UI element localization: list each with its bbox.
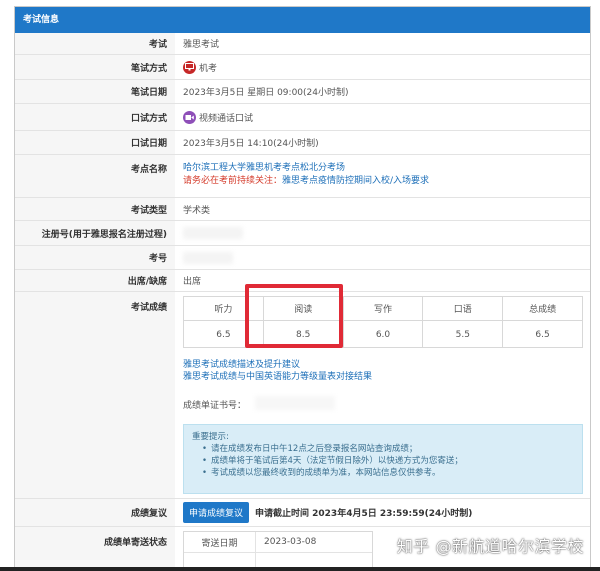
row-label: 考试	[15, 33, 175, 54]
row-label: 成绩复议	[15, 499, 175, 526]
row-label: 口试日期	[15, 131, 175, 154]
score-header-speaking: 口语	[423, 297, 504, 320]
venue-requirements-link[interactable]: 雅思考点疫情防控期间入校/入场要求	[282, 176, 429, 186]
row-venue: 考点名称 哈尔滨工程大学雅思机考考点松北分考场 请务必在考前持续关注：雅思考点疫…	[15, 155, 590, 198]
score-reading: 8.5	[264, 321, 344, 348]
row-written-date: 笔试日期 2023年3月5日 星期日 09:00(24小时制)	[15, 80, 590, 104]
row-label: 笔试日期	[15, 80, 175, 103]
review-deadline: 申请截止时间 2023年4月5日 23:59:59(24小时制)	[255, 509, 473, 519]
panel-title: 考试信息	[15, 7, 590, 33]
row-written-mode: 笔试方式 机考	[15, 55, 590, 80]
row-oral-mode: 口试方式 视频通话口试	[15, 104, 590, 131]
venue-name-link[interactable]: 哈尔滨工程大学雅思机考考点松北分考场	[183, 162, 590, 175]
notice-item: 成绩单将于笔试后第4天（法定节假日除外）以快递方式为您寄送；	[202, 455, 574, 467]
notice-title: 重要提示:	[192, 432, 229, 442]
row-label: 成绩单寄送状态	[15, 527, 175, 571]
row-attendance: 出席/缺席 出席	[15, 270, 590, 292]
score-description-link[interactable]: 雅思考试成绩描述及提升建议	[183, 359, 372, 371]
row-scores: 考试成绩 听力 阅读 写作 口语 总成绩 6.5 8.5 6.0 5.5 6.5…	[15, 292, 590, 499]
row-candidate-no: 考号	[15, 246, 590, 270]
computer-icon	[183, 60, 196, 74]
score-overall: 6.5	[535, 329, 550, 340]
exam-name: 雅思考试	[183, 40, 220, 50]
oral-mode: 视频通话口试	[183, 104, 590, 130]
score-table: 听力 阅读 写作 口语 总成绩 6.5 8.5 6.0 5.5 6.5	[183, 296, 583, 348]
notice-item: 考试成绩以您最终收到的成绩单为准，本网站信息仅供参考。	[202, 467, 574, 479]
row-label: 出席/缺席	[15, 270, 175, 291]
important-notice: 重要提示: 请在成绩发布日中午12点之后登录报名网站查询成绩； 成绩单将于笔试后…	[183, 424, 583, 494]
venue-info: 哈尔滨工程大学雅思机考考点松北分考场 请务必在考前持续关注：雅思考点疫情防控期间…	[183, 155, 590, 197]
row-label: 笔试方式	[15, 55, 175, 79]
apply-review-button[interactable]: 申请成绩复议	[183, 502, 250, 523]
oral-date: 2023年3月5日 14:10(24小时制)	[183, 139, 319, 149]
score-value-row: 6.5 8.5 6.0 5.5 6.5	[184, 321, 582, 348]
score-header-listening: 听力	[184, 297, 264, 320]
row-label: 考点名称	[15, 155, 175, 197]
score-header-overall: 总成绩	[529, 305, 557, 315]
row-label: 考试成绩	[15, 292, 175, 498]
mail-status-table: 寄送日期 2023-03-08	[183, 531, 373, 571]
written-mode-text: 机考	[199, 63, 218, 74]
video-call-icon	[183, 110, 196, 124]
row-label: 考试类型	[15, 198, 175, 220]
oral-mode-text: 视频通话口试	[199, 113, 254, 124]
row-oral-date: 口试日期 2023年3月5日 14:10(24小时制)	[15, 131, 590, 155]
score-speaking: 5.5	[423, 321, 504, 348]
row-reg-no: 注册号(用于雅思报名注册过程)	[15, 221, 590, 246]
attendance: 出席	[183, 277, 202, 287]
score-header-row: 听力 阅读 写作 口语 总成绩	[184, 297, 582, 321]
notice-item: 请在成绩发布日中午12点之后登录报名网站查询成绩；	[202, 443, 574, 455]
written-date: 2023年3月5日 星期日 09:00(24小时制)	[183, 88, 349, 98]
mail-date-value: 2023-03-08	[264, 537, 317, 547]
row-label: 注册号(用于雅思报名注册过程)	[15, 221, 175, 245]
exam-type: 学术类	[183, 205, 211, 216]
score-writing: 6.0	[344, 321, 424, 348]
notice-list: 请在成绩发布日中午12点之后登录报名网站查询成绩； 成绩单将于笔试后第4天（法定…	[192, 443, 574, 479]
review-area: 申请成绩复议 申请截止时间 2023年4月5日 23:59:59(24小时制)	[183, 499, 590, 526]
cse-mapping-link[interactable]: 雅思考试成绩与中国英语能力等级量表对接结果	[183, 371, 372, 383]
row-exam: 考试 雅思考试	[15, 33, 590, 55]
row-type: 考试类型 学术类	[15, 198, 590, 221]
trf-number: 成绩单证书号：	[183, 396, 335, 411]
row-label: 口试方式	[15, 104, 175, 130]
candidate-no-redacted	[183, 246, 590, 269]
reg-no-redacted	[183, 221, 590, 245]
row-review: 成绩复议 申请成绩复议 申请截止时间 2023年4月5日 23:59:59(24…	[15, 499, 590, 527]
mail-date-label: 寄送日期	[184, 532, 256, 552]
score-listening: 6.5	[184, 321, 264, 348]
score-header-writing: 写作	[344, 297, 424, 320]
bottom-edge	[0, 567, 600, 571]
written-mode: 机考	[183, 55, 590, 79]
score-header-reading: 阅读	[264, 297, 344, 320]
venue-warning: 请务必在考前持续关注：	[183, 176, 283, 186]
score-links: 雅思考试成绩描述及提升建议 雅思考试成绩与中国英语能力等级量表对接结果	[183, 359, 372, 383]
mail-row: 寄送日期 2023-03-08	[184, 532, 372, 553]
trf-label: 成绩单证书号：	[183, 401, 247, 411]
watermark: 知乎 @新航道哈尔滨学校	[396, 537, 584, 556]
exam-info-panel: 考试信息 考试 雅思考试 笔试方式 机考 笔试日期 2023年3月5日 星期日 …	[14, 6, 591, 571]
row-label: 考号	[15, 246, 175, 269]
